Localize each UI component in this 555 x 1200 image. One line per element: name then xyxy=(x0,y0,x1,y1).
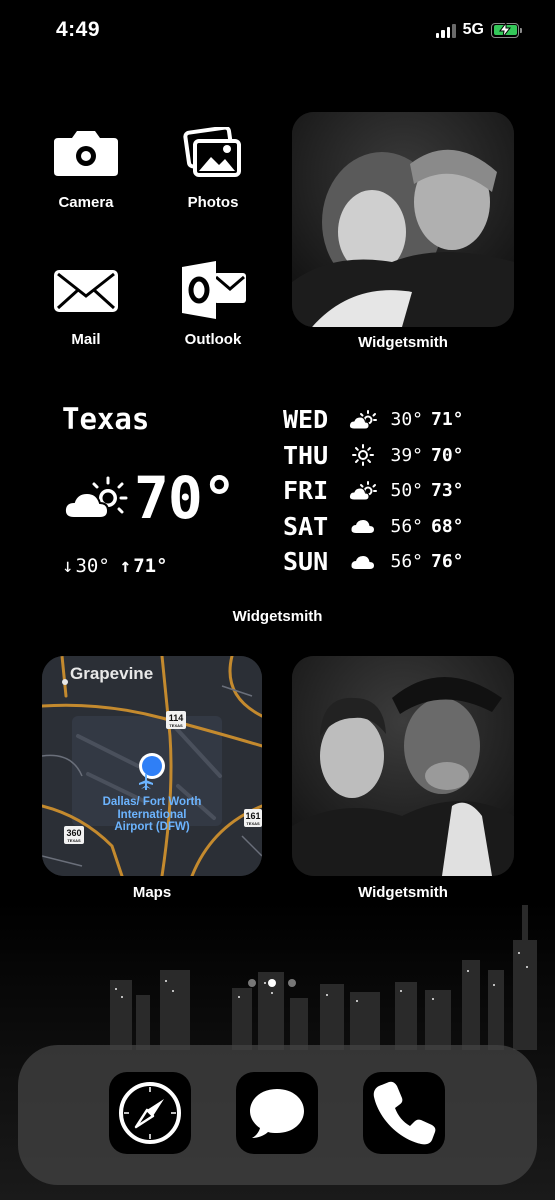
photo-image xyxy=(292,656,514,876)
airport-label: Dallas/ Fort Worth International Airport… xyxy=(102,796,202,833)
maps-widget[interactable]: Grapevine Dallas/ Fort Worth Internation… xyxy=(42,656,262,876)
forecast-day: THU xyxy=(283,440,329,470)
page-dot[interactable] xyxy=(248,979,256,987)
forecast-high: 76° xyxy=(431,551,464,573)
camera-icon xyxy=(49,120,123,186)
forecast-row: THU 39° 70° xyxy=(283,438,503,474)
messages-icon xyxy=(250,1089,304,1138)
forecast-list: WED 30° 71° THU 39° 70° FRI 50° 73° SAT xyxy=(283,402,503,580)
app-label: Mail xyxy=(71,331,101,348)
forecast-row: SAT 56° 68° xyxy=(283,509,503,545)
photo-image xyxy=(292,112,514,327)
sun-icon xyxy=(345,444,381,467)
today-range: ↓ 30° ↑ 71° xyxy=(62,555,168,577)
app-label: Camera xyxy=(58,194,114,211)
forecast-high: 73° xyxy=(431,480,464,502)
forecast-low: 56° xyxy=(390,551,423,573)
forecast-high: 68° xyxy=(431,515,464,537)
status-time: 4:49 xyxy=(56,18,101,41)
forecast-day: WED xyxy=(283,405,329,435)
dock-safari[interactable] xyxy=(109,1072,191,1154)
forecast-row: SUN 56° 76° xyxy=(283,544,503,580)
safari-icon xyxy=(119,1082,181,1144)
high-temp: 71° xyxy=(133,555,168,577)
status-indicators: 5G xyxy=(435,21,522,39)
page-indicator[interactable] xyxy=(248,979,296,987)
location-pin-icon xyxy=(142,756,162,776)
cloud-icon xyxy=(345,554,381,570)
app-label: Outlook xyxy=(184,331,242,348)
weather-location: Texas xyxy=(62,402,150,436)
route-shield: 360 TEXAS xyxy=(64,826,84,844)
forecast-row: WED 30° 71° xyxy=(283,402,503,438)
app-camera[interactable]: Camera xyxy=(31,120,141,211)
route-shield: 114 TEXAS xyxy=(166,711,186,729)
page-dot[interactable] xyxy=(288,979,296,987)
app-mail[interactable]: Mail xyxy=(31,257,141,348)
app-outlook[interactable]: Outlook xyxy=(158,257,268,348)
map-location-title: Grapevine xyxy=(70,664,154,683)
mail-icon xyxy=(49,257,123,323)
arrow-down-icon: ↓ xyxy=(62,555,74,577)
battery-charging-icon xyxy=(491,22,522,38)
partly-sunny-icon xyxy=(345,480,381,501)
photo-widget-top[interactable] xyxy=(292,112,514,327)
cellular-signal-icon xyxy=(435,23,456,38)
forecast-low: 50° xyxy=(390,480,423,502)
phone-icon xyxy=(373,1081,436,1145)
dock xyxy=(18,1045,537,1185)
dock-messages[interactable] xyxy=(236,1072,318,1154)
forecast-low: 56° xyxy=(390,515,423,537)
app-photos[interactable]: Photos xyxy=(158,120,268,211)
forecast-day: FRI xyxy=(283,476,329,506)
city-dot-icon xyxy=(62,679,68,685)
forecast-day: SUN xyxy=(283,547,329,577)
widget-label: Widgetsmith xyxy=(358,334,448,351)
forecast-high: 71° xyxy=(431,409,464,431)
forecast-high: 70° xyxy=(431,444,464,466)
photo-widget-bottom[interactable] xyxy=(292,656,514,876)
forecast-row: FRI 50° 73° xyxy=(283,473,503,509)
widget-label: Widgetsmith xyxy=(232,608,323,625)
outlook-icon xyxy=(176,257,250,323)
current-temperature: 70° xyxy=(134,464,237,532)
photos-icon xyxy=(176,120,250,186)
cloud-icon xyxy=(345,518,381,534)
widget-label: Widgetsmith xyxy=(358,884,448,901)
partly-sunny-icon xyxy=(345,409,381,430)
route-shield: 161 TEXAS xyxy=(244,809,262,827)
current-conditions: 70° xyxy=(64,464,237,532)
app-label: Maps xyxy=(132,884,172,901)
forecast-low: 30° xyxy=(390,409,423,431)
low-temp: 30° xyxy=(75,555,110,577)
page-dot-active[interactable] xyxy=(268,979,276,987)
app-label: Photos xyxy=(187,194,239,211)
dock-phone[interactable] xyxy=(363,1072,445,1154)
network-type: 5G xyxy=(462,21,484,38)
arrow-up-icon: ↑ xyxy=(119,555,132,577)
forecast-day: SAT xyxy=(283,511,329,541)
partly-sunny-icon xyxy=(64,476,128,519)
forecast-low: 39° xyxy=(390,444,423,466)
